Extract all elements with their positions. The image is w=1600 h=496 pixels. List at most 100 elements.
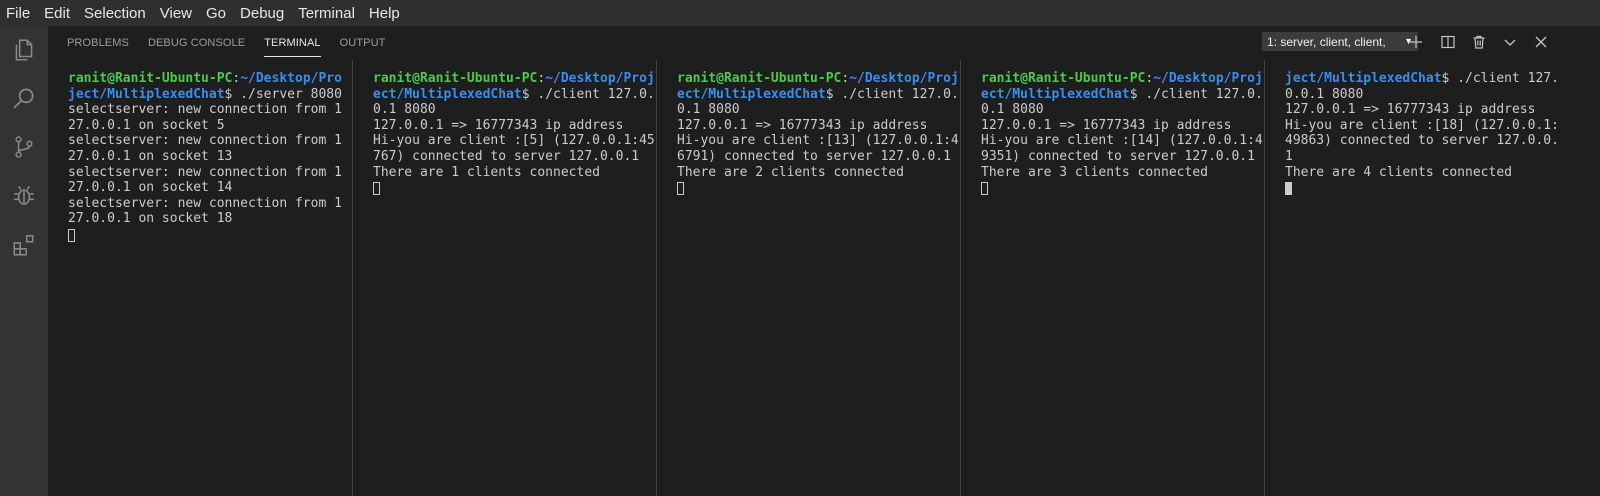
- terminal-line: ranit@Ranit-Ubuntu-PC:~/Desktop/Proj: [981, 71, 1264, 87]
- cursor-line: [1285, 180, 1600, 196]
- menu-terminal[interactable]: Terminal: [292, 5, 363, 22]
- tab-problems[interactable]: PROBLEMS: [67, 26, 129, 60]
- terminal-cursor: [677, 182, 684, 196]
- terminal-line: 127.0.0.1 => 16777343 ip address: [1285, 102, 1600, 118]
- prompt-path: ~/Desktop/Proj: [545, 71, 655, 86]
- terminal-line: ect/MultiplexedChat$ ./client 127.0.: [373, 87, 656, 103]
- extensions-icon[interactable]: [0, 223, 48, 267]
- terminal-text: 6791) connected to server 127.0.0.1: [677, 148, 951, 164]
- terminal-line: 0.1 8080: [677, 102, 960, 118]
- terminal-pane-server[interactable]: ranit@Ranit-Ubuntu-PC:~/Desktop/Pro ject/…: [48, 60, 352, 496]
- terminal-text: 127.0.0.1 => 16777343 ip address: [1285, 102, 1536, 118]
- terminal-text: 0.0.1 8080: [1285, 86, 1364, 102]
- terminal-line: 127.0.0.1 => 16777343 ip address: [373, 118, 656, 134]
- menu-file[interactable]: File: [0, 5, 38, 22]
- terminal-select[interactable]: 1: server, client, client, ▼: [1262, 32, 1418, 51]
- terminal-line: Hi-you are client :[5] (127.0.0.1:45: [373, 133, 656, 149]
- terminal-pane-client-2[interactable]: ranit@Ranit-Ubuntu-PC:~/Desktop/Proj ect/…: [656, 60, 960, 496]
- terminal-text: 0.1 8080: [981, 102, 1044, 118]
- tab-debug-console[interactable]: DEBUG CONSOLE: [148, 26, 245, 60]
- terminal-text: $ ./client 127.0.: [1129, 86, 1263, 102]
- terminal-line: 27.0.0.1 on socket 18: [68, 211, 352, 227]
- cursor-line: [677, 180, 960, 196]
- terminal-line: There are 4 clients connected: [1285, 165, 1600, 181]
- terminal-line: 127.0.0.1 => 16777343 ip address: [677, 118, 960, 134]
- prompt-user: ranit@Ranit-Ubuntu-PC: [373, 71, 538, 86]
- terminal-line: ranit@Ranit-Ubuntu-PC:~/Desktop/Proj: [677, 71, 960, 87]
- terminal-text: 767) connected to server 127.0.0.1: [373, 148, 640, 164]
- terminal-line: 49863) connected to server 127.0.0.: [1285, 133, 1600, 149]
- terminal-line: 0.1 8080: [373, 102, 656, 118]
- terminal-text: 0.1 8080: [677, 102, 740, 118]
- terminal-line: selectserver: new connection from 1: [68, 165, 352, 181]
- tab-terminal[interactable]: TERMINAL: [264, 26, 322, 60]
- terminal-line: selectserver: new connection from 1: [68, 196, 352, 212]
- activity-bar: [0, 26, 48, 496]
- prompt-user: ranit@Ranit-Ubuntu-PC: [981, 71, 1146, 86]
- trash-icon[interactable]: [1468, 31, 1490, 53]
- terminal-text: selectserver: new connection from 1: [68, 195, 342, 211]
- files-icon[interactable]: [0, 28, 48, 72]
- tab-output[interactable]: OUTPUT: [340, 26, 386, 60]
- terminal-text: 27.0.0.1 on socket 5: [68, 117, 225, 133]
- debug-icon[interactable]: [0, 174, 48, 218]
- terminal-cursor: [68, 228, 75, 242]
- terminal-pane-client-3[interactable]: ranit@Ranit-Ubuntu-PC:~/Desktop/Proj ect/…: [960, 60, 1264, 496]
- terminal-text: $ ./client 127.0.: [825, 86, 959, 102]
- prompt-path: ~/Desktop/Proj: [849, 71, 959, 86]
- terminal-text: 1: [1285, 148, 1293, 164]
- close-icon[interactable]: [1530, 31, 1552, 53]
- prompt-path: ~/Desktop/Pro: [240, 71, 342, 86]
- terminal-text: 127.0.0.1 => 16777343 ip address: [677, 117, 928, 133]
- prompt-path: ect/MultiplexedChat: [981, 86, 1130, 102]
- panel-header: PROBLEMS DEBUG CONSOLE TERMINAL OUTPUT 1…: [48, 26, 1600, 60]
- terminal-text: Hi-you are client :[14] (127.0.0.1:4: [981, 133, 1263, 149]
- source-control-icon[interactable]: [0, 125, 48, 169]
- terminal-line: 0.1 8080: [981, 102, 1264, 118]
- terminal-text: Hi-you are client :[18] (127.0.0.1:: [1285, 117, 1559, 133]
- terminal-line: 27.0.0.1 on socket 5: [68, 118, 352, 134]
- menu-debug[interactable]: Debug: [234, 5, 292, 22]
- terminal-cursor: [1285, 182, 1292, 196]
- terminal-cursor: [373, 182, 380, 196]
- terminal-text: 127.0.0.1 => 16777343 ip address: [981, 117, 1232, 133]
- terminal-text: 9351) connected to server 127.0.0.1: [981, 148, 1255, 164]
- terminal-line: 6791) connected to server 127.0.0.1: [677, 149, 960, 165]
- terminal-text: 127.0.0.1 => 16777343 ip address: [373, 117, 624, 133]
- terminal-line: There are 2 clients connected: [677, 165, 960, 181]
- terminal-line: There are 1 clients connected: [373, 165, 656, 181]
- terminal-cursor: [981, 182, 988, 196]
- terminal-line: selectserver: new connection from 1: [68, 102, 352, 118]
- prompt-path: ect/MultiplexedChat: [677, 86, 826, 102]
- terminal-text: $ ./client 127.0.: [521, 86, 655, 102]
- menu-help[interactable]: Help: [363, 5, 408, 22]
- terminal-text: Hi-you are client :[5] (127.0.0.1:45: [373, 133, 655, 149]
- terminal-line: ect/MultiplexedChat$ ./client 127.0.: [677, 87, 960, 103]
- terminal-text: 49863) connected to server 127.0.0.: [1285, 133, 1559, 149]
- terminal-pane-client-4[interactable]: ject/MultiplexedChat$ ./client 127. 0.0.1…: [1264, 60, 1600, 496]
- menu-go[interactable]: Go: [200, 5, 234, 22]
- search-icon[interactable]: [0, 76, 48, 120]
- terminal-text: 27.0.0.1 on socket 18: [68, 211, 233, 227]
- terminal-line: Hi-you are client :[18] (127.0.0.1:: [1285, 118, 1600, 134]
- menu-edit[interactable]: Edit: [38, 5, 78, 22]
- cursor-line: [68, 227, 352, 243]
- terminal-line: 127.0.0.1 => 16777343 ip address: [981, 118, 1264, 134]
- prompt-path: ~/Desktop/Proj: [1153, 71, 1263, 86]
- menu-selection[interactable]: Selection: [78, 5, 154, 22]
- terminal-panes: ranit@Ranit-Ubuntu-PC:~/Desktop/Pro ject/…: [48, 60, 1600, 496]
- terminal-text: There are 4 clients connected: [1285, 164, 1512, 180]
- terminal-text: 0.1 8080: [373, 102, 436, 118]
- terminal-line: ect/MultiplexedChat$ ./client 127.0.: [981, 87, 1264, 103]
- terminal-line: ject/MultiplexedChat$ ./server 8080: [68, 87, 352, 103]
- terminal-pane-client-1[interactable]: ranit@Ranit-Ubuntu-PC:~/Desktop/Proj ect/…: [352, 60, 656, 496]
- terminal-select-label: 1: server, client, client,: [1267, 34, 1386, 49]
- add-icon[interactable]: [1405, 31, 1427, 53]
- menu-view[interactable]: View: [154, 5, 200, 22]
- terminal-text: Hi-you are client :[13] (127.0.0.1:4: [677, 133, 959, 149]
- chevron-down-icon[interactable]: [1499, 31, 1521, 53]
- terminal-line: 0.0.1 8080: [1285, 87, 1600, 103]
- split-icon[interactable]: [1437, 31, 1459, 53]
- terminal-text: 27.0.0.1 on socket 14: [68, 180, 233, 196]
- prompt-user: ranit@Ranit-Ubuntu-PC: [677, 71, 842, 86]
